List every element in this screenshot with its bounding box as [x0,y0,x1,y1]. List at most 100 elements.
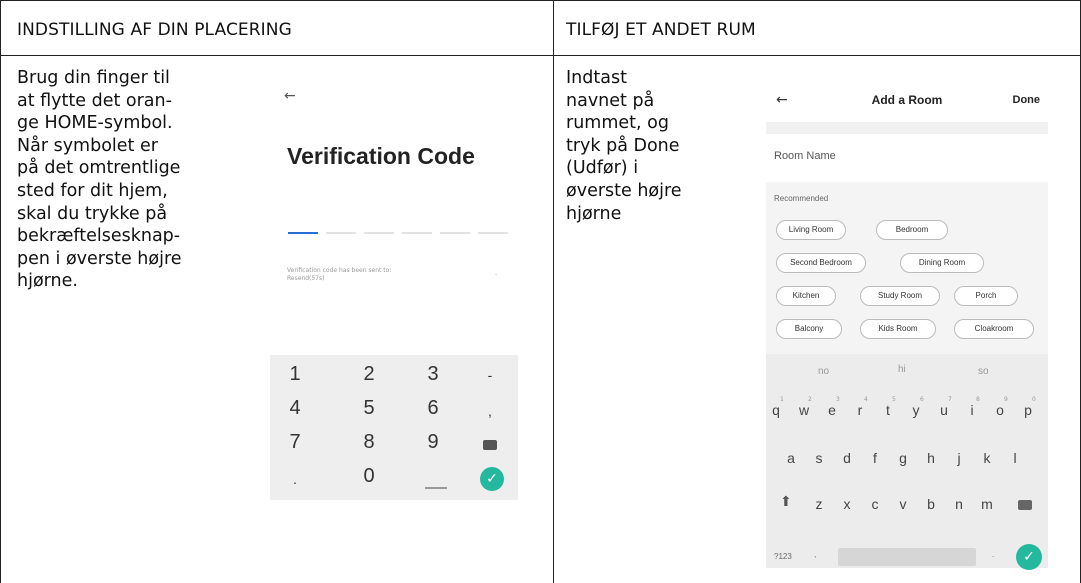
key-2[interactable]: 2 [354,363,384,386]
left-heading: INDSTILLING AF DIN PLACERING [17,20,292,40]
code-digit-1[interactable] [288,232,318,234]
key-d[interactable]: d [838,450,856,466]
chip-study-room[interactable]: Study Room [860,286,940,306]
key-hint-7: 7 [948,396,952,403]
code-digit-5[interactable] [440,232,470,234]
key-q[interactable]: q [767,402,785,418]
table-border-top [0,0,1081,1]
backspace-icon[interactable] [1018,500,1032,510]
key-5[interactable]: 5 [354,397,384,420]
key-comma[interactable]: , [814,550,816,559]
key-9[interactable]: 9 [418,431,448,454]
chip-dining-room[interactable]: Dining Room [900,253,984,273]
right-heading: TILFØJ ET ANDET RUM [566,20,756,40]
key-h[interactable]: h [922,450,940,466]
key-comma[interactable]: , [475,403,505,419]
key-period[interactable]: . [992,550,994,559]
key-g[interactable]: g [894,450,912,466]
confirm-check-icon[interactable]: ✓ [480,467,504,491]
done-button[interactable]: Done [1013,94,1041,106]
key-j[interactable]: j [950,450,968,466]
instruction-table: INDSTILLING AF DIN PLACERING Brug din fi… [0,0,1081,583]
key-hint-2: 2 [808,396,812,403]
space-key[interactable] [425,487,447,489]
key-m[interactable]: m [978,496,996,512]
key-k[interactable]: k [978,450,996,466]
app-header: ← Add a Room Done [766,78,1048,122]
key-i[interactable]: i [963,402,981,418]
keyboard: no hi so q w e r t y u i o p 1 2 3 4 5 6… [766,354,1048,570]
back-arrow-icon[interactable]: ← [284,88,296,104]
key-4[interactable]: 4 [280,397,310,420]
chip-kids-room[interactable]: Kids Room [860,319,936,339]
left-description: Brug din finger til at flytte det oran- … [17,68,182,292]
code-digit-6[interactable] [478,232,508,234]
key-s[interactable]: s [810,450,828,466]
chip-bedroom[interactable]: Bedroom [876,220,948,240]
table-border-left [0,0,1,583]
key-n[interactable]: n [950,496,968,512]
key-y[interactable]: y [907,402,925,418]
key-e[interactable]: e [823,402,841,418]
key-7[interactable]: 7 [280,431,310,454]
confirm-check-icon[interactable]: ✓ [1016,544,1042,570]
key-1[interactable]: 1 [280,363,310,386]
key-v[interactable]: v [894,496,912,512]
symbols-key[interactable]: ?123 [774,552,792,561]
space-key[interactable] [838,548,976,566]
key-w[interactable]: w [795,402,813,418]
key-8[interactable]: 8 [354,431,384,454]
code-digit-3[interactable] [364,232,394,234]
key-hint-5: 5 [892,396,896,403]
key-x[interactable]: x [838,496,856,512]
key-0[interactable]: 0 [354,465,384,488]
right-description: Indtast navnet på rummet, og tryk på Don… [566,68,682,224]
add-room-title: Add a Room [871,93,943,107]
table-header-divider [0,55,1081,56]
table-column-divider [553,0,554,583]
chip-cloakroom[interactable]: Cloakroom [954,319,1034,339]
chip-porch[interactable]: Porch [954,286,1018,306]
verification-screenshot: ← Verification Code Verification code ha… [270,80,518,500]
verification-note: Verification code has been sent to: Rese… [287,267,392,282]
add-room-screenshot: ← Add a Room Done Room Name Recommended … [766,78,1048,570]
key-hint-1: 1 [780,396,784,403]
numeric-keypad: 1 2 3 - 4 5 6 , 7 8 9 . 0 ✓ [270,355,518,500]
header-gap [766,122,1048,134]
chip-kitchen[interactable]: Kitchen [776,286,836,306]
recommended-label: Recommended [774,194,829,203]
key-hint-3: 3 [836,396,840,403]
key-3[interactable]: 3 [418,363,448,386]
key-r[interactable]: r [851,402,869,418]
code-input[interactable] [288,232,508,234]
room-name-input[interactable]: Room Name [774,150,836,162]
key-minus[interactable]: - [475,367,505,383]
suggestion-hi[interactable]: hi [898,364,906,375]
key-hint-0: 0 [1032,396,1036,403]
chip-living-room[interactable]: Living Room [776,220,846,240]
key-hint-8: 8 [976,396,980,403]
key-period[interactable]: . [280,471,310,487]
chip-balcony[interactable]: Balcony [776,319,842,339]
suggestion-so[interactable]: so [978,366,989,377]
key-a[interactable]: a [782,450,800,466]
code-digit-4[interactable] [402,232,432,234]
key-hint-6: 6 [920,396,924,403]
key-u[interactable]: u [935,402,953,418]
backspace-icon[interactable] [483,440,497,450]
code-digit-2[interactable] [326,232,356,234]
key-l[interactable]: l [1006,450,1024,466]
chip-second-bedroom[interactable]: Second Bedroom [776,253,866,273]
key-hint-4: 4 [864,396,868,403]
key-6[interactable]: 6 [418,397,448,420]
note-dash: - [495,271,498,278]
shift-icon[interactable]: ⬆ [780,494,792,510]
key-f[interactable]: f [866,450,884,466]
key-o[interactable]: o [991,402,1009,418]
key-t[interactable]: t [879,402,897,418]
key-b[interactable]: b [922,496,940,512]
key-p[interactable]: p [1019,402,1037,418]
key-z[interactable]: z [810,496,828,512]
suggestion-no[interactable]: no [818,366,829,377]
key-c[interactable]: c [866,496,884,512]
